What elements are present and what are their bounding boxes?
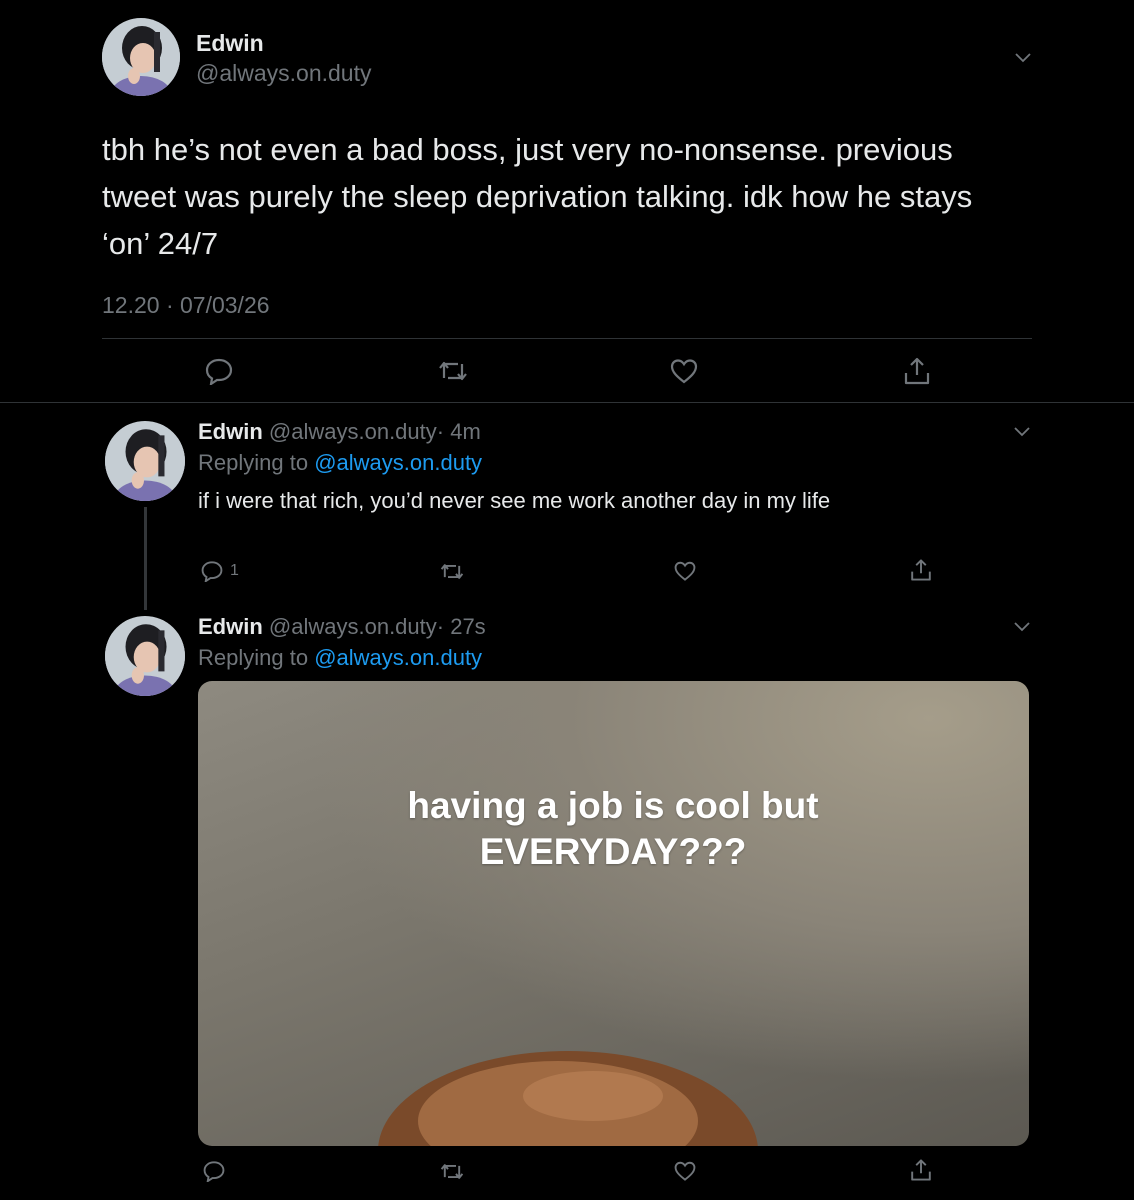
retweet-button[interactable]	[438, 358, 468, 384]
tweet-text: tbh he’s not even a bad boss, just very …	[102, 132, 973, 261]
author-handle[interactable]: @always.on.duty	[196, 60, 372, 87]
reply-button[interactable]: 1	[200, 560, 239, 582]
like-button[interactable]	[673, 560, 697, 582]
author-name[interactable]: Edwin	[198, 614, 263, 639]
replying-to-label: Replying to	[198, 450, 309, 475]
reply-icon	[200, 560, 224, 582]
replying-to: Replying to @always.on.duty	[198, 645, 482, 671]
reply-button[interactable]	[204, 357, 234, 385]
author-handle[interactable]: @always.on.duty	[269, 419, 437, 444]
like-button[interactable]	[669, 357, 699, 385]
author-name[interactable]: Edwin	[198, 419, 263, 444]
retweet-button[interactable]	[440, 561, 464, 582]
avatar[interactable]	[105, 421, 185, 501]
reply-icon	[204, 357, 234, 385]
avatar[interactable]	[102, 18, 180, 96]
chevron-down-icon[interactable]	[1013, 424, 1031, 438]
retweet-button[interactable]	[440, 1161, 464, 1182]
avatar[interactable]	[105, 616, 185, 696]
replying-to-label: Replying to	[198, 645, 309, 670]
share-icon	[909, 1158, 933, 1182]
replying-to-handle[interactable]: @always.on.duty	[314, 645, 482, 670]
author-handle[interactable]: @always.on.duty	[269, 614, 437, 639]
share-icon	[902, 356, 932, 386]
author-name[interactable]: Edwin	[196, 30, 264, 57]
share-button[interactable]	[909, 1158, 933, 1182]
replying-to: Replying to @always.on.duty	[198, 450, 482, 476]
divider	[0, 402, 1134, 403]
reply-count: 1	[230, 562, 239, 579]
retweet-icon	[440, 561, 464, 582]
chevron-down-icon[interactable]	[1013, 619, 1031, 633]
share-button[interactable]	[909, 558, 933, 582]
divider	[102, 338, 1032, 339]
share-icon	[909, 558, 933, 582]
retweet-icon	[438, 358, 468, 384]
reply-text: if i were that rich, you’d never see me …	[198, 488, 831, 513]
like-icon	[673, 1160, 697, 1182]
replying-to-handle[interactable]: @always.on.duty	[314, 450, 482, 475]
like-icon	[669, 357, 699, 385]
reply-time[interactable]: · 27s	[437, 614, 486, 639]
media-caption: having a job is cool but EVERYDAY???	[407, 785, 819, 872]
tweet-timestamp[interactable]: 12.20 · 07/03/26	[102, 292, 270, 319]
like-button[interactable]	[673, 1160, 697, 1182]
reply-header: Edwin @always.on.duty· 27s	[198, 614, 486, 640]
reply-header: Edwin @always.on.duty· 4m	[198, 419, 481, 445]
reply-time[interactable]: · 4m	[437, 419, 481, 444]
retweet-icon	[440, 1161, 464, 1182]
reply-button[interactable]	[202, 1160, 226, 1182]
chevron-down-icon[interactable]	[1014, 50, 1032, 64]
dog-head-graphic	[378, 1051, 758, 1146]
reply-icon	[202, 1160, 226, 1182]
like-icon	[673, 560, 697, 582]
share-button[interactable]	[902, 356, 932, 386]
thread-connector	[144, 507, 147, 610]
media-image[interactable]: having a job is cool but EVERYDAY???	[198, 681, 1029, 1146]
